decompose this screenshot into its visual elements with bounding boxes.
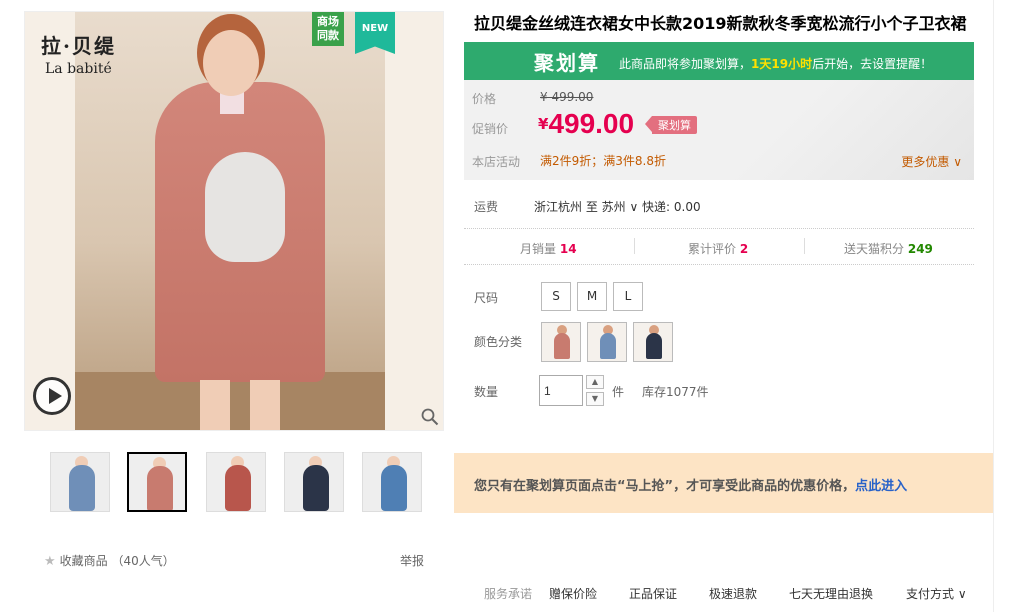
- size-option-m[interactable]: M: [577, 282, 607, 311]
- ju-countdown: 1天19小时: [751, 57, 813, 71]
- favorite-count: （40人气）: [111, 554, 175, 568]
- main-product-image[interactable]: 拉·贝缇 La babité 商场 同款 NEW: [24, 11, 444, 431]
- notice-text: 您只有在聚划算页面点击“马上抢”，才可享受此商品的优惠价格，点此进入: [474, 475, 907, 494]
- swatch-figure: [646, 333, 662, 359]
- ju-msg-pre: 此商品即将参加聚划算，: [619, 57, 752, 71]
- quantity-increase-button[interactable]: ▲: [586, 375, 604, 389]
- stock-count: 库存1077件: [642, 385, 709, 399]
- promo-value: 499.00: [548, 108, 635, 139]
- more-promotions-link[interactable]: 更多优惠 ∨: [901, 153, 962, 170]
- ju-notice: 您只有在聚划算页面点击“马上抢”，才可享受此商品的优惠价格，点此进入: [454, 453, 993, 513]
- sales-stats: 月销量 14 累计评价 2 送天猫积分 249: [464, 228, 974, 265]
- product-title: 拉贝缇金丝绒连衣裙女中长款2019新款秋冬季宽松流行小个子卫衣裙: [474, 14, 967, 33]
- thumbnail-2[interactable]: [127, 452, 187, 512]
- shipping-destination-select[interactable]: 浙江杭州 至 苏州 ∨ 快递: 0.00: [534, 198, 701, 215]
- review-count-label: 累计评价: [688, 242, 737, 256]
- service-authentic[interactable]: 正品保证: [629, 585, 677, 602]
- thumb-figure: [381, 465, 407, 511]
- model-legs: [200, 380, 280, 430]
- size-option-l[interactable]: L: [613, 282, 643, 311]
- brand-name-en: La babité: [45, 61, 112, 77]
- review-count-value: 2: [739, 242, 749, 256]
- color-label: 颜色分类: [474, 335, 523, 349]
- quantity-label: 数量: [474, 385, 499, 399]
- page-divider: [993, 0, 994, 612]
- color-option-3[interactable]: [633, 322, 673, 362]
- notice-enter-link[interactable]: 点此进入: [855, 479, 907, 494]
- brand-name-cn: 拉·贝缇: [41, 34, 116, 58]
- ju-logo: 聚划算: [534, 51, 600, 75]
- payment-methods-dropdown[interactable]: 支付方式 ∨: [906, 585, 967, 602]
- ju-price-tag: 聚划算: [645, 116, 697, 134]
- service-promise-label: 服务承诺: [484, 587, 533, 601]
- thumbnail-5[interactable]: [362, 452, 422, 512]
- monthly-sales: 月销量 14: [520, 240, 577, 257]
- thumb-figure: [303, 465, 329, 511]
- tmall-points-label: 送天猫积分: [844, 242, 905, 256]
- chevron-down-icon: ∨: [949, 155, 962, 169]
- service-7day-return[interactable]: 七天无理由退换: [789, 585, 873, 602]
- size-option-s[interactable]: S: [541, 282, 571, 311]
- thumb-figure: [147, 466, 173, 510]
- quantity-decrease-button[interactable]: ▼: [586, 392, 604, 406]
- thumbnail-1[interactable]: [50, 452, 110, 512]
- model-head: [203, 30, 259, 96]
- price-label: 价格: [472, 92, 497, 106]
- stat-divider: [804, 238, 805, 254]
- mall-same-badge: 商场 同款: [312, 12, 344, 46]
- quantity-unit: 件: [612, 385, 625, 399]
- swatch-figure: [554, 333, 570, 359]
- quantity-input[interactable]: [539, 375, 583, 406]
- tmall-points-value: 249: [907, 242, 933, 256]
- service-fast-refund[interactable]: 极速退款: [709, 585, 757, 602]
- monthly-sales-label: 月销量: [520, 242, 557, 256]
- thumb-figure: [225, 465, 251, 511]
- service-price-protection[interactable]: 赠保价险: [549, 585, 597, 602]
- plush-bunny: [205, 152, 285, 262]
- monthly-sales-value: 14: [559, 242, 577, 256]
- ju-msg-post: 后开始，去设置提醒！: [812, 57, 933, 71]
- thumbnail-strip: [50, 452, 430, 514]
- zoom-icon[interactable]: [421, 408, 439, 426]
- promo-price-label: 促销价: [472, 122, 509, 136]
- store-activity-label: 本店活动: [472, 155, 521, 169]
- shipping-label: 运费: [474, 200, 499, 214]
- notice-message: 您只有在聚划算页面点击“马上抢”，才可享受此商品的优惠价格，: [474, 479, 856, 494]
- ju-message: 此商品即将参加聚划算，1天19小时后开始，去设置提醒！: [619, 55, 932, 72]
- favorite-label: 收藏商品: [59, 554, 108, 568]
- price-box: 价格 ¥ 499.00 促销价 ¥499.00 聚划算 本店活动 满2件9折；满…: [464, 80, 974, 180]
- ju-banner[interactable]: 聚划算 此商品即将参加聚划算，1天19小时后开始，去设置提醒！: [464, 42, 974, 80]
- size-label: 尺码: [474, 291, 499, 305]
- swatch-figure: [600, 333, 616, 359]
- brand-logo: 拉·贝缇 La babité: [41, 30, 116, 77]
- star-icon: ★: [44, 554, 56, 569]
- store-activity-text: 满2件9折；满3件8.8折: [540, 154, 666, 168]
- color-option-2[interactable]: [587, 322, 627, 362]
- stat-divider: [634, 238, 635, 254]
- thumb-figure: [69, 465, 95, 511]
- original-price: ¥ 499.00: [540, 90, 594, 104]
- more-promotions-label: 更多优惠: [901, 155, 950, 169]
- play-video-icon[interactable]: [33, 377, 71, 415]
- promo-currency: ¥: [538, 115, 549, 133]
- color-option-1[interactable]: [541, 322, 581, 362]
- thumbnail-4[interactable]: [284, 452, 344, 512]
- tmall-points: 送天猫积分 249: [844, 240, 933, 257]
- favorite-item-link[interactable]: ★ 收藏商品 （40人气）: [44, 552, 175, 569]
- report-link[interactable]: 举报: [400, 552, 424, 569]
- promo-price: ¥499.00: [538, 108, 634, 140]
- review-count[interactable]: 累计评价 2: [688, 240, 748, 257]
- thumbnail-3[interactable]: [206, 452, 266, 512]
